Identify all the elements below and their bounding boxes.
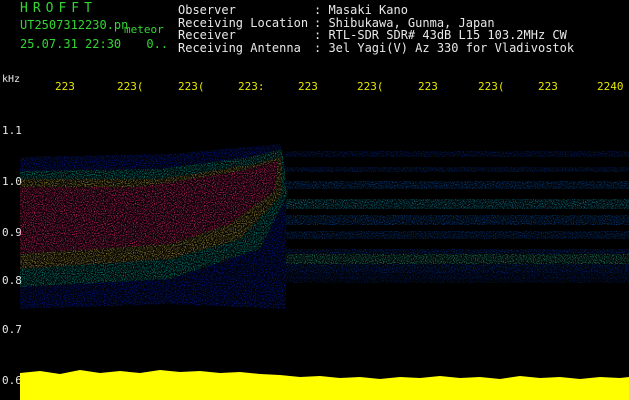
time-tick: 223( xyxy=(178,80,205,93)
station-info-labels: Observer Receiving Location Receiver Rec… xyxy=(178,4,308,54)
freq-tick: 1.0 xyxy=(2,175,22,188)
freq-tick: 0.6 xyxy=(2,374,22,387)
station-info-values: : Masaki Kano : Shibukawa, Gunma, Japan … xyxy=(314,4,574,54)
antenna-value: : 3el Yagi(V) Az 330 for Vladivostok xyxy=(314,40,575,55)
time-tick: 2240 xyxy=(597,80,624,93)
time-tick: 223( xyxy=(478,80,505,93)
freq-tick: 0.9 xyxy=(2,226,22,239)
time-tick: 223 xyxy=(538,80,558,93)
observer-label: Observer xyxy=(178,3,236,17)
freq-tick: 0.7 xyxy=(2,323,22,336)
time-tick: 223( xyxy=(357,80,384,93)
filename-label: UT2507312230.pn xyxy=(20,18,129,32)
datetime-label: 25.07.31 22:30 0.. xyxy=(20,37,168,51)
time-tick: 223 xyxy=(418,80,438,93)
hrofft-logo: HROFFT xyxy=(20,1,97,16)
y-axis-unit: kHz xyxy=(2,74,21,85)
receiver-value: : RTL-SDR SDR# 43dB L15 103.2MHz CW xyxy=(314,28,567,42)
observer-value: : Masaki Kano xyxy=(314,3,408,17)
time-tick: 223: xyxy=(238,80,265,93)
signal-power-bar xyxy=(20,370,629,400)
time-tick: 223( xyxy=(117,80,144,93)
datetime-value: 25.07.31 22:30 xyxy=(20,37,122,51)
time-tick: 223 xyxy=(298,80,318,93)
datetime-suffix: 0.. xyxy=(146,37,169,51)
power-bar-fill xyxy=(20,370,629,400)
receiver-label: Receiver xyxy=(178,28,236,42)
antenna-label: Receiving Antenna xyxy=(178,40,301,55)
freq-tick: 0.8 xyxy=(2,274,22,287)
freq-tick: 1.1 xyxy=(2,124,22,137)
spectrogram xyxy=(20,144,629,309)
time-tick: 223 xyxy=(55,80,75,93)
meteor-label: meteor xyxy=(124,23,164,36)
spectrogram-signal xyxy=(20,144,629,309)
